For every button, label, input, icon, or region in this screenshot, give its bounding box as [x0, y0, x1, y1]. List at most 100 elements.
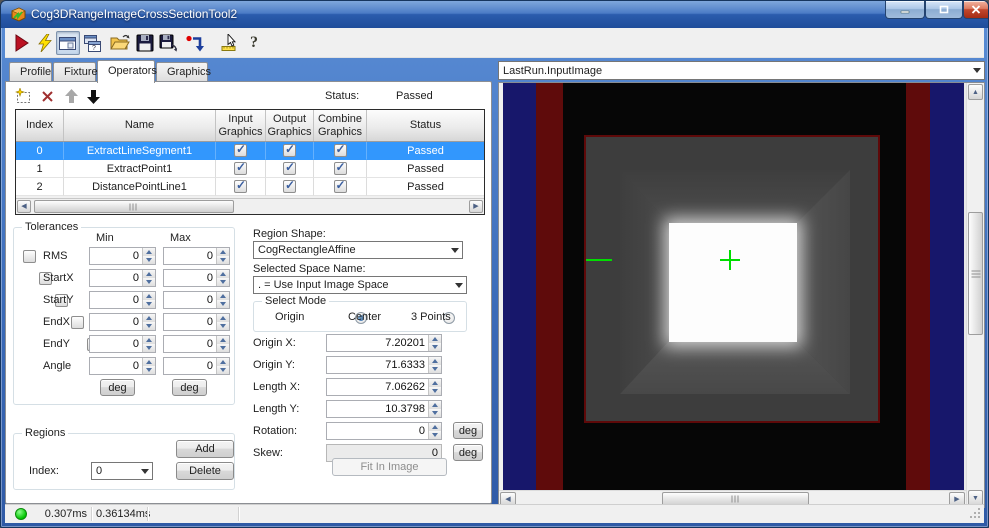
cross-marker-v[interactable] — [729, 250, 731, 270]
spin-up[interactable] — [143, 314, 155, 322]
reset-button[interactable] — [182, 31, 206, 55]
endy-min-input[interactable] — [90, 336, 142, 352]
line-segment-marker[interactable] — [586, 259, 612, 261]
tab-graphics[interactable]: Graphics — [156, 62, 211, 82]
min-deg-button[interactable]: deg — [100, 379, 135, 396]
move-up-button[interactable] — [61, 87, 81, 105]
spin-down[interactable] — [217, 300, 229, 308]
show-result-display-button[interactable] — [56, 31, 80, 55]
tab-fixture[interactable]: Fixture — [53, 62, 98, 82]
save-file-button[interactable] — [133, 31, 157, 55]
input-graphics-checkbox[interactable] — [234, 178, 247, 193]
spin-down[interactable] — [429, 409, 441, 417]
length-y-input[interactable] — [327, 401, 428, 417]
input-graphics-checkbox[interactable] — [234, 142, 247, 157]
open-file-button[interactable] — [108, 31, 132, 55]
scroll-left-button[interactable]: ◀ — [17, 200, 31, 213]
spin-down[interactable] — [143, 322, 155, 330]
combine-graphics-checkbox[interactable] — [333, 160, 347, 175]
spin-down[interactable] — [217, 366, 229, 374]
spin-down[interactable] — [143, 300, 155, 308]
endy-max-input[interactable] — [164, 336, 216, 352]
fit-in-image-button[interactable]: Fit In Image — [332, 458, 447, 476]
origin-x-input[interactable] — [327, 335, 428, 351]
endx-min-input[interactable] — [90, 314, 142, 330]
spin-up[interactable] — [429, 401, 441, 409]
spin-up[interactable] — [143, 270, 155, 278]
maximize-button[interactable] — [925, 1, 963, 19]
float-result-display-button[interactable]: ? — [79, 31, 103, 55]
rotation-deg-button[interactable]: deg — [453, 422, 483, 439]
tab-operators[interactable]: Operators — [97, 60, 157, 83]
origin-y-input[interactable] — [327, 357, 428, 373]
table-h-scrollbar[interactable]: ◀ ▶ — [16, 198, 484, 214]
title-bar[interactable]: Cog3DRangeImageCrossSectionTool2 — [1, 1, 988, 28]
angle-max-input[interactable] — [164, 358, 216, 374]
col-output-graphics[interactable]: Output Graphics — [266, 110, 314, 141]
save-file-as-button[interactable] — [157, 31, 181, 55]
spin-up[interactable] — [217, 314, 229, 322]
col-combine-graphics[interactable]: Combine Graphics — [314, 110, 367, 141]
spin-down[interactable] — [217, 278, 229, 286]
spin-up[interactable] — [217, 248, 229, 256]
spin-down[interactable] — [143, 278, 155, 286]
starty-min-input[interactable] — [90, 292, 142, 308]
table-row[interactable]: 2 DistancePointLine1 Passed — [16, 178, 484, 196]
scroll-thumb[interactable] — [968, 212, 983, 335]
input-graphics-checkbox[interactable] — [234, 160, 247, 175]
minimize-button[interactable] — [885, 1, 925, 19]
col-status[interactable]: Status — [367, 110, 484, 141]
table-row[interactable]: 0 ExtractLineSegment1 Passed — [16, 142, 484, 160]
spin-up[interactable] — [143, 248, 155, 256]
help-button[interactable]: ? — [242, 31, 266, 55]
skew-deg-button[interactable]: deg — [453, 444, 483, 461]
range-image-display[interactable] — [499, 83, 966, 490]
spin-down[interactable] — [429, 431, 441, 439]
delete-operator-button[interactable] — [37, 87, 57, 105]
tab-profile[interactable]: Profile — [9, 62, 52, 82]
spin-down[interactable] — [217, 256, 229, 264]
close-button[interactable] — [963, 1, 988, 19]
output-graphics-checkbox[interactable] — [283, 142, 296, 157]
spin-down[interactable] — [143, 366, 155, 374]
spin-up[interactable] — [429, 379, 441, 387]
col-name[interactable]: Name — [64, 110, 216, 141]
scroll-thumb[interactable] — [34, 200, 234, 213]
spin-down[interactable] — [217, 344, 229, 352]
starty-max-input[interactable] — [164, 292, 216, 308]
viewer-v-scrollbar[interactable]: ▲ ▼ — [966, 83, 984, 507]
resize-grip[interactable] — [970, 507, 981, 521]
move-down-button[interactable] — [83, 87, 103, 105]
endx-checkbox[interactable] — [71, 316, 85, 329]
max-deg-button[interactable]: deg — [172, 379, 207, 396]
spin-down[interactable] — [143, 256, 155, 264]
selected-space-combo[interactable]: . = Use Input Image Space — [253, 276, 467, 294]
spin-up[interactable] — [143, 336, 155, 344]
region-index-combo[interactable]: 0 — [91, 462, 153, 480]
region-outline-rect[interactable] — [584, 135, 880, 423]
pointer-tool-button[interactable] — [217, 31, 241, 55]
angle-min-input[interactable] — [90, 358, 142, 374]
add-operator-button[interactable] — [13, 87, 33, 105]
run-lightning-button[interactable] — [33, 31, 57, 55]
table-row[interactable]: 1 ExtractPoint1 Passed — [16, 160, 484, 178]
col-input-graphics[interactable]: Input Graphics — [216, 110, 266, 141]
display-selector-combo[interactable]: LastRun.InputImage — [498, 61, 985, 80]
region-shape-combo[interactable]: CogRectangleAffine — [253, 241, 463, 259]
col-index[interactable]: Index — [16, 110, 64, 141]
spin-down[interactable] — [429, 365, 441, 373]
startx-max-input[interactable] — [164, 270, 216, 286]
run-button[interactable] — [9, 31, 33, 55]
spin-down[interactable] — [429, 387, 441, 395]
length-x-input[interactable] — [327, 379, 428, 395]
scroll-up-button[interactable]: ▲ — [968, 84, 983, 100]
combine-graphics-checkbox[interactable] — [333, 142, 347, 157]
spin-up[interactable] — [429, 335, 441, 343]
output-graphics-checkbox[interactable] — [283, 160, 296, 175]
output-graphics-checkbox[interactable] — [283, 178, 296, 193]
spin-up[interactable] — [217, 336, 229, 344]
spin-up[interactable] — [217, 292, 229, 300]
delete-region-button[interactable]: Delete — [176, 462, 234, 480]
spin-down[interactable] — [217, 322, 229, 330]
combine-graphics-checkbox[interactable] — [333, 178, 347, 193]
